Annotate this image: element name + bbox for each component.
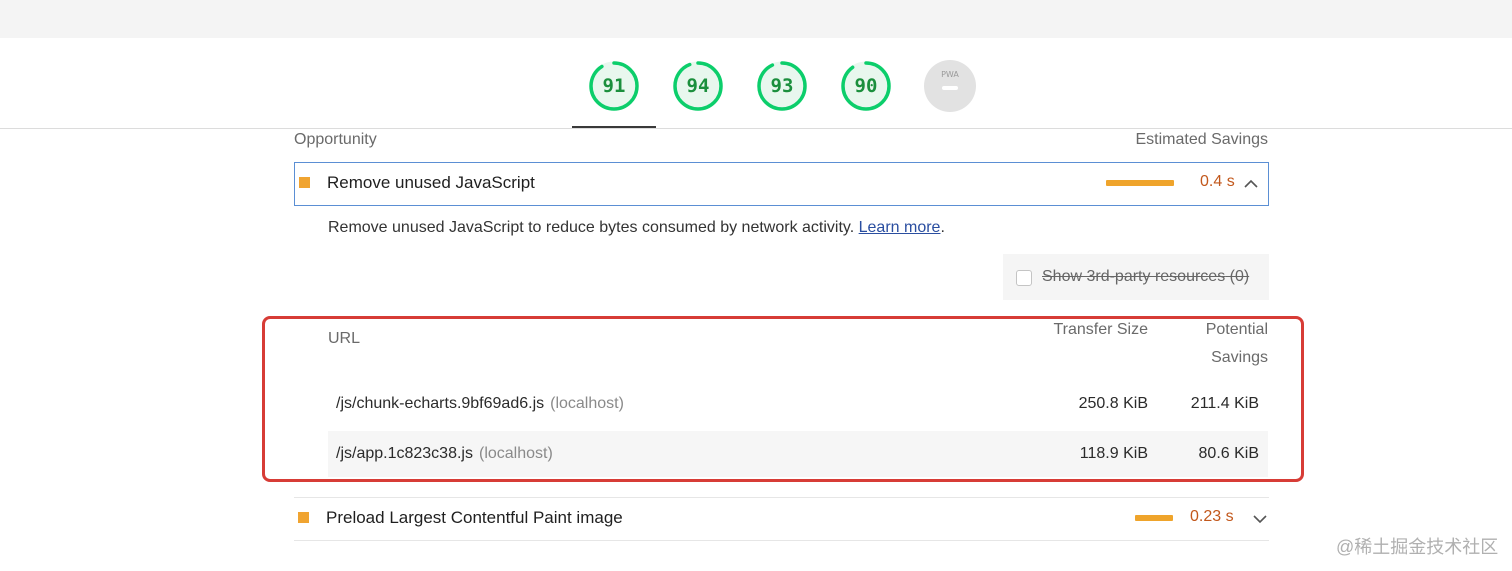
savings-bar <box>1135 515 1173 521</box>
chevron-down-icon[interactable] <box>1251 510 1269 528</box>
savings-bar <box>1106 180 1174 186</box>
description-text: Remove unused JavaScript to reduce bytes… <box>328 219 859 236</box>
pwa-label: PWA <box>941 70 959 79</box>
third-party-label-text: Show 3rd-party resources <box>1042 268 1226 285</box>
gauge-score: 93 <box>770 75 794 97</box>
active-gauge-indicator <box>572 126 656 128</box>
gauge-score: 90 <box>854 75 878 97</box>
chevron-up-icon[interactable] <box>1242 175 1260 193</box>
watermark: @稀土掘金技术社区 <box>1336 537 1499 557</box>
third-party-label[interactable]: Show 3rd-party resources (0) <box>1042 268 1249 286</box>
top-toolbar <box>0 0 1512 38</box>
audit-preload-lcp-image[interactable]: Preload Largest Contentful Paint image 0… <box>294 497 1269 541</box>
audit-unused-javascript[interactable]: Remove unused JavaScript 0.4 s <box>294 162 1269 206</box>
average-square-icon <box>299 177 310 188</box>
red-highlight-box <box>262 316 1304 482</box>
average-square-icon <box>298 512 309 523</box>
gauge-performance[interactable]: 91 <box>588 60 640 112</box>
gauge-best-practices[interactable]: 93 <box>756 60 808 112</box>
gauge-pwa[interactable]: PWA <box>924 60 976 112</box>
savings-column-header: Estimated Savings <box>1135 131 1268 148</box>
pwa-dash-icon <box>942 86 958 90</box>
third-party-checkbox[interactable] <box>1016 270 1032 286</box>
learn-more-link[interactable]: Learn more <box>859 219 941 236</box>
gauge-score: 94 <box>686 75 710 97</box>
gauge-seo[interactable]: 90 <box>840 60 892 112</box>
gauge-accessibility[interactable]: 94 <box>672 60 724 112</box>
audit-title: Remove unused JavaScript <box>327 173 535 192</box>
third-party-filter[interactable]: Show 3rd-party resources (0) <box>1003 254 1269 300</box>
audit-saving: 0.23 s <box>1190 508 1234 525</box>
description-end: . <box>940 219 945 236</box>
opportunity-column-header: Opportunity <box>294 131 377 148</box>
audit-saving: 0.4 s <box>1200 173 1235 190</box>
audit-title: Preload Largest Contentful Paint image <box>326 508 623 527</box>
audit-description: Remove unused JavaScript to reduce bytes… <box>328 219 945 237</box>
gauge-score: 91 <box>602 75 626 97</box>
third-party-count: (0) <box>1225 268 1250 285</box>
score-gauges: 91 94 93 90 PWA <box>0 38 1512 129</box>
